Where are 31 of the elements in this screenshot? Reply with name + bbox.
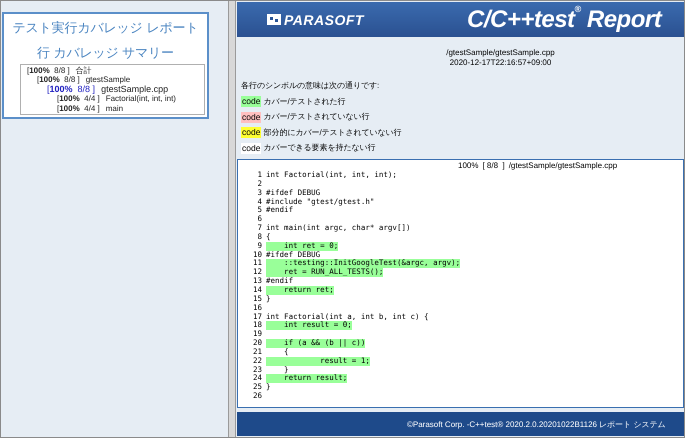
legend-label: カバーできる要素を持たない行 (263, 142, 376, 154)
file-path: /gtestSample/gtestSample.cpp (508, 161, 618, 171)
tree-label: Factorial(int, int, int) (106, 94, 176, 104)
coverage-count: [ 8/8 ] (482, 161, 505, 171)
tree-label: main (106, 104, 124, 114)
tree-label: 合計 (76, 66, 92, 76)
report-title: C/C++test$^{®}$ Report (467, 6, 662, 34)
file-path: /gtestSample/gtestSample.cpp (446, 48, 555, 58)
frame-splitter[interactable] (228, 1, 236, 437)
tree-label: gtestSample (86, 75, 130, 85)
legend-label: 部分的にカバー/テストされていない行 (263, 126, 402, 139)
footer-text: ©Parasoft Corp. -C++test® 2020.2.0.20201022B1126 レポート システム (407, 418, 666, 430)
legend-swatch: code (241, 127, 262, 138)
coverage-stat: [100% 8/8 ] (37, 75, 80, 85)
legend-swatch: code (241, 142, 262, 154)
coverage-percent: 100% (458, 161, 478, 171)
coverage-stat: [100% 8/8 ] (27, 66, 70, 76)
logo-icon (267, 14, 281, 25)
coverage-stat[interactable]: [100% 8/8 ] (47, 84, 96, 94)
file-link[interactable]: gtestSample.cpp (101, 84, 168, 94)
legend-label: カバー/テストされていない行 (263, 111, 370, 124)
summary-title: 行 カバレッジ サマリー (36, 44, 176, 62)
legend-label: カバー/テストされた行 (263, 96, 346, 108)
legend-swatch: code (241, 96, 262, 108)
timestamp: 2020-12-17T22:16:57+09:00 (450, 58, 552, 68)
legend-swatch: code (241, 112, 262, 123)
coverage-stat: [100% 4/4 ] (57, 94, 100, 104)
report-title: テスト実行カバレッジ レポート (12, 19, 200, 37)
coverage-stat: [100% 4/4 ] (57, 104, 100, 114)
legend-intro: 各行のシンボルの意味は次の通りです: (241, 80, 380, 92)
logo-text: PARASOFT (284, 12, 364, 28)
